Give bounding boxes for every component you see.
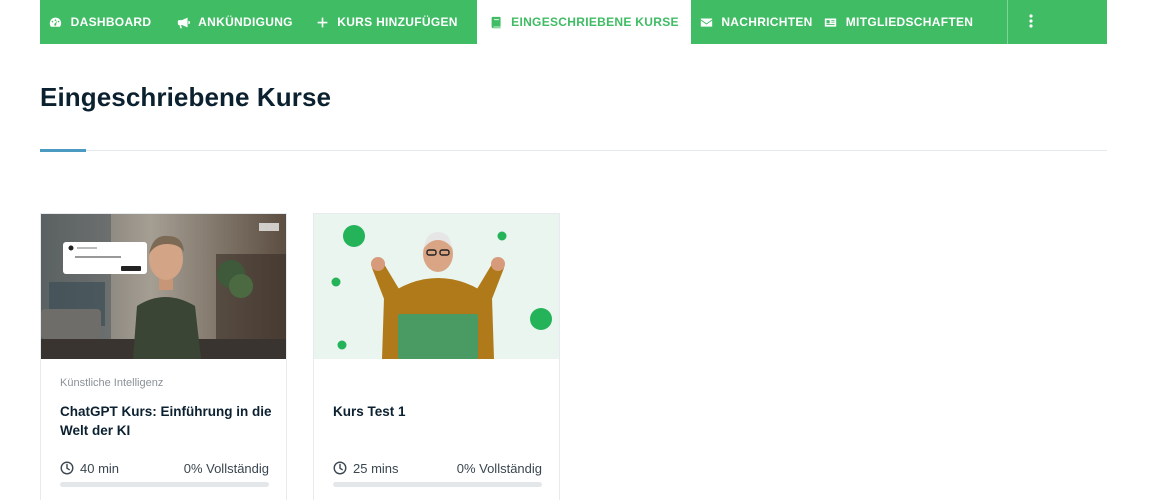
plus-icon — [315, 15, 329, 29]
dashboard-gauge-icon — [49, 15, 63, 29]
course-duration-label: 25 mins — [353, 460, 399, 476]
course-duration-label: 40 min — [80, 460, 120, 476]
nav-spacer-2 — [976, 0, 1007, 44]
course-meta: 40 min 0% Vollständig — [60, 459, 269, 477]
heading-divider — [40, 150, 1107, 151]
nav-dashboard[interactable]: DASHBOARD — [40, 0, 160, 44]
nav-add-course[interactable]: KURS HINZUFÜGEN — [309, 0, 464, 44]
course-category: Künstliche Intelligenz — [60, 377, 164, 389]
id-card-icon — [824, 15, 838, 29]
book-icon — [489, 15, 503, 29]
nav-memberships-label: MITGLIEDSCHAFTEN — [845, 15, 974, 29]
course-progress-label: 0% Vollständig — [183, 460, 269, 476]
course-title-link[interactable]: ChatGPT Kurs: Einführung in die Welt der… — [60, 402, 275, 440]
megaphone-icon — [176, 15, 190, 29]
nav-more-button[interactable] — [1007, 0, 1053, 44]
envelope-icon — [699, 15, 713, 29]
nav-announcement-label: ANKÜNDIGUNG — [198, 15, 293, 29]
course-thumbnail-image — [314, 214, 559, 359]
nav-messages-label: NACHRICHTEN — [721, 15, 813, 29]
nav-add-course-label: KURS HINZUFÜGEN — [337, 15, 458, 29]
course-thumbnail-image — [41, 214, 286, 359]
course-progress-bar — [333, 482, 542, 487]
nav-enrolled-courses-label: EINGESCHRIEBENE KURSE — [511, 15, 679, 29]
course-duration: 40 min — [60, 461, 119, 476]
clock-icon — [333, 461, 347, 475]
course-card[interactable]: Kurs Test 1 25 mins 0% Vollständig — [313, 213, 560, 500]
nav-enrolled-courses[interactable]: EINGESCHRIEBENE KURSE — [477, 0, 691, 44]
course-card[interactable]: Künstliche Intelligenz ChatGPT Kurs: Ein… — [40, 213, 287, 500]
course-duration: 25 mins — [333, 461, 399, 476]
clock-icon — [60, 461, 74, 475]
course-progress-label: 0% Vollständig — [456, 460, 542, 476]
page-title: Eingeschriebene Kurse — [40, 82, 332, 112]
nav-dashboard-label: DASHBOARD — [70, 15, 152, 29]
nav-memberships[interactable]: MITGLIEDSCHAFTEN — [821, 0, 976, 44]
course-progress-bar — [60, 482, 269, 487]
dashboard-nav: DASHBOARD ANKÜNDIGUNG KURS HINZUFÜGEN EI… — [40, 0, 1107, 44]
course-thumbnail[interactable] — [41, 214, 286, 359]
heading-divider-accent — [40, 149, 86, 152]
course-title-link[interactable]: Kurs Test 1 — [333, 402, 548, 421]
course-meta: 25 mins 0% Vollständig — [333, 459, 542, 477]
vertical-ellipsis-icon — [1028, 13, 1033, 31]
nav-announcement[interactable]: ANKÜNDIGUNG — [160, 0, 309, 44]
nav-messages[interactable]: NACHRICHTEN — [691, 0, 821, 44]
course-thumbnail[interactable] — [314, 214, 559, 359]
